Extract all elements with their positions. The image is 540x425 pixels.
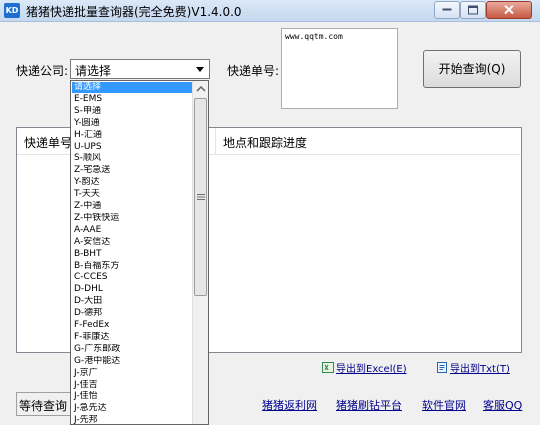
dropdown-option[interactable]: B-BHT xyxy=(72,249,193,260)
excel-icon xyxy=(322,362,334,373)
dropdown-option[interactable]: G-港中能达 xyxy=(72,356,193,367)
minimize-button[interactable] xyxy=(434,1,460,19)
company-label: 快递公司: xyxy=(16,64,69,78)
link-rebate-site[interactable]: 猪猪返利网 xyxy=(262,397,317,413)
dropdown-option[interactable]: Z-宅急送 xyxy=(72,165,193,176)
link-official-site[interactable]: 软件官网 xyxy=(422,397,466,413)
close-button[interactable] xyxy=(486,1,532,19)
dropdown-option[interactable]: G-广东邮政 xyxy=(72,344,193,355)
dropdown-option[interactable]: D-大田 xyxy=(72,296,193,307)
start-query-button[interactable]: 开始查询(Q) xyxy=(423,50,521,88)
tracking-label: 快递单号: xyxy=(227,64,280,78)
dropdown-option[interactable]: F-FedEx xyxy=(72,320,193,331)
title-bar: KD 猪猪快递批量查询器(完全免费)V1.4.0.0 xyxy=(0,0,540,22)
maximize-icon xyxy=(468,5,478,15)
tracking-number-input[interactable]: www.qqtm.com xyxy=(281,28,398,109)
dropdown-option[interactable]: J-佳吉 xyxy=(72,380,193,391)
dropdown-option[interactable]: F-菲康达 xyxy=(72,332,193,343)
window-title: 猪猪快递批量查询器(完全免费)V1.4.0.0 xyxy=(26,5,242,19)
maximize-button[interactable] xyxy=(460,1,486,19)
column-header-tracking[interactable]: 快递单号 xyxy=(24,134,72,151)
dropdown-option[interactable]: U-UPS xyxy=(72,142,193,153)
link-diamond-platform[interactable]: 猪猪刷钻平台 xyxy=(336,397,402,413)
dropdown-option[interactable]: J-先邦 xyxy=(72,415,193,424)
company-dropdown-list[interactable]: 请选择 E-EMS S-申通 Y-圆通 H-汇通 U-UPS S-顺风 Z-宅急送 Y-韵达 T-… xyxy=(70,80,209,425)
dropdown-option[interactable]: S-顺风 xyxy=(72,153,193,164)
scroll-up-icon[interactable] xyxy=(193,81,209,97)
dropdown-option[interactable]: 请选择 xyxy=(72,82,193,93)
dropdown-option[interactable]: A-安信达 xyxy=(72,237,193,248)
dropdown-option[interactable]: J-京广 xyxy=(72,368,193,379)
company-select[interactable]: 请选择 xyxy=(70,59,210,79)
dropdown-option[interactable]: Y-圆通 xyxy=(72,118,193,129)
export-excel-link[interactable]: 导出到Excel(E) xyxy=(322,360,407,375)
scroll-thumb[interactable] xyxy=(194,98,207,296)
column-header-progress[interactable]: 地点和跟踪进度 xyxy=(223,134,307,151)
dropdown-option[interactable]: Z-中铁快运 xyxy=(72,213,193,224)
status-text: 等待查询 xyxy=(19,399,68,413)
dropdown-option[interactable]: S-申通 xyxy=(72,106,193,117)
dropdown-option[interactable]: B-百福东方 xyxy=(72,261,193,272)
company-select-value: 请选择 xyxy=(75,64,112,78)
minimize-icon xyxy=(442,8,452,11)
dropdown-option[interactable]: Y-韵达 xyxy=(72,177,193,188)
dropdown-option[interactable]: C-CCES xyxy=(72,272,193,283)
export-txt-label: 导出到Txt(T) xyxy=(450,364,510,375)
column-divider xyxy=(215,128,216,155)
export-excel-label: 导出到Excel(E) xyxy=(336,364,407,375)
dropdown-option[interactable]: E-EMS xyxy=(72,94,193,105)
dropdown-option[interactable]: J-急先达 xyxy=(72,403,193,414)
dropdown-option[interactable]: T-天天 xyxy=(72,189,193,200)
export-txt-link[interactable]: 导出到Txt(T) xyxy=(436,360,510,375)
dropdown-option[interactable]: Z-中通 xyxy=(72,201,193,212)
app-logo-icon: KD xyxy=(4,3,20,18)
link-support-qq[interactable]: 客服QQ xyxy=(483,397,522,413)
dropdown-option[interactable]: A-AAE xyxy=(72,225,193,236)
dropdown-scrollbar[interactable] xyxy=(192,81,209,424)
dropdown-option[interactable]: D-德邦 xyxy=(72,308,193,319)
dropdown-option[interactable]: D-DHL xyxy=(72,284,193,295)
dropdown-option[interactable]: J-佳怡 xyxy=(72,391,193,402)
status-box: 等待查询 xyxy=(16,392,76,416)
chevron-down-icon xyxy=(196,67,204,72)
text-file-icon xyxy=(437,362,447,373)
grip-icon xyxy=(197,194,205,200)
dropdown-option[interactable]: H-汇通 xyxy=(72,130,193,141)
close-icon xyxy=(504,5,514,15)
